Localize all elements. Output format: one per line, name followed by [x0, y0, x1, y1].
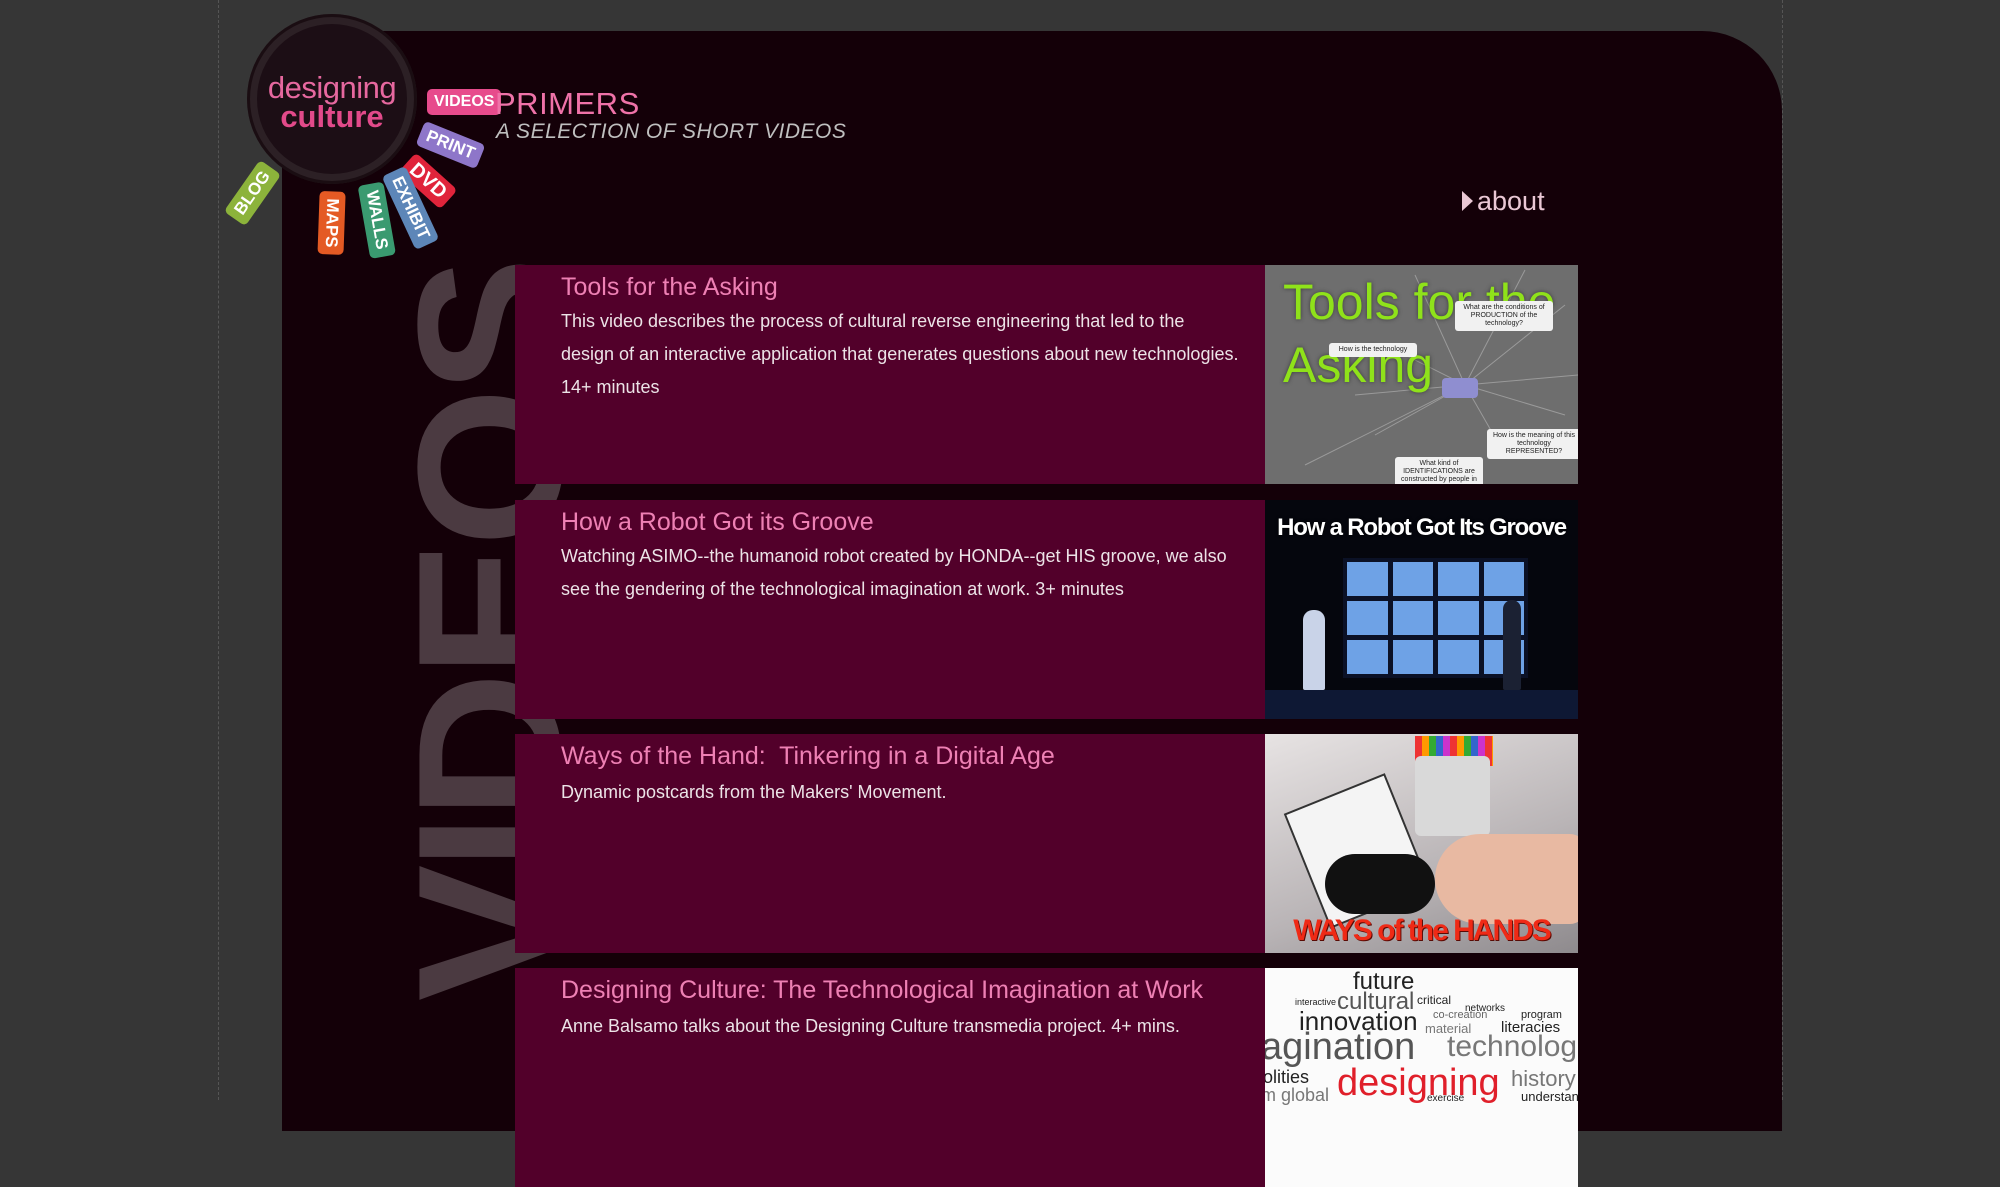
mindmap-note: How is the technology — [1329, 343, 1417, 357]
video-thumbnail[interactable]: Tools for the Asking What are the condit… — [1265, 265, 1578, 484]
video-item[interactable]: Ways of the Hand: Tinkering in a Digital… — [515, 734, 1578, 953]
video-thumbnail[interactable]: WAYS of the HANDS — [1265, 734, 1578, 953]
logo-text-culture: culture — [280, 99, 384, 134]
video-title[interactable]: Ways of the Hand: Tinkering in a Digital… — [561, 742, 1055, 771]
stage-graphic — [1265, 690, 1578, 719]
video-description: Watching ASIMO--the humanoid robot creat… — [561, 546, 1227, 599]
word-cloud-word: critical — [1417, 993, 1452, 1007]
hand-graphic — [1325, 854, 1435, 914]
word-cloud-word: co-creation — [1433, 1009, 1488, 1021]
mindmap-note: What kind of IDENTIFICATIONS are constru… — [1395, 457, 1483, 484]
thumbnail-title-text: How a Robot Got Its Groove — [1277, 514, 1567, 541]
video-description: This video describes the process of cult… — [561, 311, 1239, 397]
layout-guide-right — [1782, 0, 1783, 1100]
video-description: Dynamic postcards from the Makers' Movem… — [561, 782, 947, 802]
video-title[interactable]: How a Robot Got its Groove — [561, 508, 874, 537]
cup-graphic — [1415, 756, 1490, 836]
layout-guide-left — [218, 0, 219, 1100]
word-cloud-word: olities — [1265, 1067, 1310, 1087]
about-link[interactable]: about — [1462, 186, 1545, 217]
person-figure — [1503, 600, 1521, 690]
thumbnail-title-text: WAYS of the HANDS — [1293, 914, 1552, 947]
word-cloud-word: history — [1511, 1066, 1576, 1091]
play-arrow-icon — [1462, 191, 1473, 211]
word-cloud-word: exercise — [1427, 1093, 1465, 1104]
video-title[interactable]: Tools for the Asking — [561, 273, 778, 302]
mindmap-note: How is the meaning of this technology RE… — [1487, 429, 1578, 459]
hand-graphic — [1435, 834, 1578, 924]
word-cloud-word: technologies — [1447, 1030, 1578, 1063]
word-cloud-word: agination — [1265, 1026, 1416, 1068]
page-subtitle: A SELECTION OF SHORT VIDEOS — [496, 120, 847, 143]
video-thumbnail[interactable]: How a Robot Got Its Groove — [1265, 500, 1578, 719]
mindmap-note: What are the conditions of PRODUCTION of… — [1455, 301, 1553, 331]
nav-tag-maps[interactable]: MAPS — [317, 191, 346, 255]
video-item[interactable]: How a Robot Got its Groove Watching ASIM… — [515, 500, 1578, 719]
word-cloud-word: designing — [1337, 1062, 1500, 1104]
video-wall-graphic — [1343, 558, 1528, 678]
video-description: Anne Balsamo talks about the Designing C… — [561, 1016, 1180, 1036]
word-cloud-word: understan — [1521, 1089, 1578, 1104]
video-thumbnail[interactable]: future cultural critical interactive net… — [1265, 968, 1578, 1187]
thumbnail-title-text: Tools for the Asking — [1283, 274, 1556, 393]
video-item[interactable]: Tools for the Asking This video describe… — [515, 265, 1578, 484]
nav-tag-videos[interactable]: VIDEOS — [427, 89, 502, 115]
about-label: about — [1477, 186, 1545, 216]
video-item[interactable]: Designing Culture: The Technological Ima… — [515, 968, 1578, 1187]
robot-figure — [1303, 610, 1325, 690]
video-title[interactable]: Designing Culture: The Technological Ima… — [561, 976, 1203, 1005]
word-cloud-word: m global — [1265, 1085, 1330, 1105]
page-title: PRIMERS — [495, 86, 640, 121]
